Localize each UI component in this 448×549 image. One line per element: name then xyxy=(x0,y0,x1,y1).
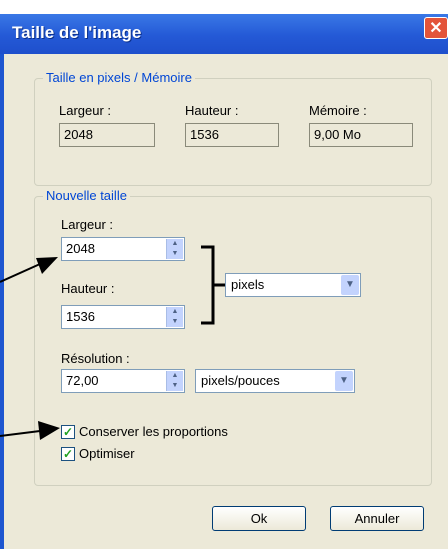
arrow-to-keep-proportions xyxy=(0,421,60,440)
arrow-to-width-field xyxy=(0,257,58,283)
annotation-arrows xyxy=(0,257,60,440)
